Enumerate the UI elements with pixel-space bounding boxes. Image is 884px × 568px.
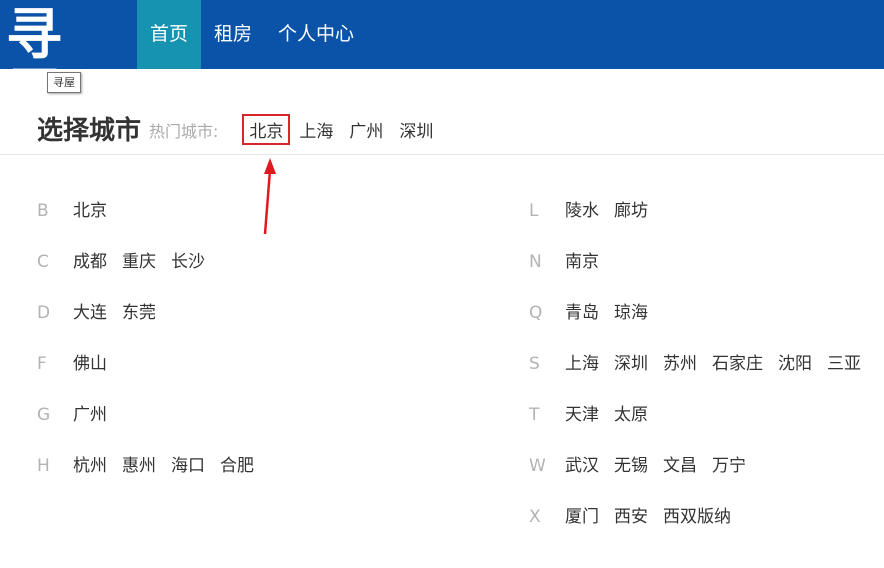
city-group-row: F 佛山 <box>37 349 269 400</box>
city-link[interactable]: 石家庄 <box>712 349 763 379</box>
nav-rent[interactable]: 租房 <box>201 0 265 69</box>
city-link[interactable]: 长沙 <box>171 247 205 277</box>
city-group-row: S 上海 深圳 苏州 石家庄 沈阳 三亚 <box>529 349 861 400</box>
logo-glyphs: 寻屋 <box>6 3 80 70</box>
city-link[interactable]: 苏州 <box>663 349 697 379</box>
city-group-row: G 广州 <box>37 400 269 451</box>
logo-tooltip: 寻屋 <box>47 72 81 93</box>
city-link[interactable]: 合肥 <box>220 451 254 481</box>
city-link[interactable]: 成都 <box>73 247 107 277</box>
city-link[interactable]: 太原 <box>614 400 648 430</box>
city-group-row: D 大连 东莞 <box>37 298 269 349</box>
city-link[interactable]: 佛山 <box>73 349 107 379</box>
group-letter: N <box>529 252 542 272</box>
city-link[interactable]: 上海 <box>565 349 599 379</box>
city-column-right: L 陵水 廊坊 N 南京 Q 青岛 琼海 S 上海 深圳 苏州 石家庄 沈阳 三… <box>529 196 861 553</box>
city-link[interactable]: 南京 <box>565 247 599 277</box>
group-letter: W <box>529 456 546 476</box>
city-group-row: C 成都 重庆 长沙 <box>37 247 269 298</box>
city-link[interactable]: 厦门 <box>565 502 599 532</box>
hot-city-guangzhou[interactable]: 广州 <box>342 114 390 145</box>
group-letter: G <box>37 405 51 425</box>
city-link[interactable]: 大连 <box>73 298 107 328</box>
city-link[interactable]: 三亚 <box>827 349 861 379</box>
city-column-left: B 北京 C 成都 重庆 长沙 D 大连 东莞 F 佛山 G 广州 H 杭州 惠… <box>37 196 269 502</box>
city-link[interactable]: 文昌 <box>663 451 697 481</box>
nav-home[interactable]: 首页 <box>137 0 202 69</box>
city-group-row: Q 青岛 琼海 <box>529 298 861 349</box>
page-title: 选择城市 <box>37 115 142 146</box>
city-link[interactable]: 廊坊 <box>614 196 648 226</box>
main-nav: 首页 租房 个人中心 <box>137 0 367 69</box>
city-group-row: N 南京 <box>529 247 861 298</box>
city-link[interactable]: 青岛 <box>565 298 599 328</box>
city-group-row: B 北京 <box>37 196 269 247</box>
city-link[interactable]: 惠州 <box>122 451 156 481</box>
city-link[interactable]: 琼海 <box>614 298 648 328</box>
city-group-row: T 天津 太原 <box>529 400 861 451</box>
group-letter: D <box>37 303 51 323</box>
city-group-row: W 武汉 无锡 文昌 万宁 <box>529 451 861 502</box>
hot-cities-label: 热门城市: <box>149 121 219 141</box>
group-letter: C <box>37 252 49 272</box>
city-select-header: 选择城市 热门城市: 北京 上海 广州 深圳 <box>37 108 442 148</box>
hot-city-beijing[interactable]: 北京 <box>242 114 291 145</box>
top-nav-bar: 寻屋 首页 租房 个人中心 <box>0 0 884 69</box>
group-letter: X <box>529 507 541 527</box>
city-group-row: L 陵水 廊坊 <box>529 196 861 247</box>
city-link[interactable]: 杭州 <box>73 451 107 481</box>
city-link[interactable]: 天津 <box>565 400 599 430</box>
group-letter: F <box>37 354 47 374</box>
group-letter: B <box>37 201 49 221</box>
city-link[interactable]: 深圳 <box>614 349 648 379</box>
group-letter: S <box>529 354 540 374</box>
city-link[interactable]: 陵水 <box>565 196 599 226</box>
city-link[interactable]: 东莞 <box>122 298 156 328</box>
city-link[interactable]: 无锡 <box>614 451 648 481</box>
group-letter: H <box>37 456 50 476</box>
group-letter: L <box>529 201 539 221</box>
group-letter: T <box>529 405 540 425</box>
city-link[interactable]: 广州 <box>73 400 107 430</box>
city-group-row: X 厦门 西安 西双版纳 <box>529 502 861 553</box>
city-link[interactable]: 武汉 <box>565 451 599 481</box>
city-link[interactable]: 北京 <box>73 196 107 226</box>
hot-city-shanghai[interactable]: 上海 <box>292 114 340 145</box>
city-link[interactable]: 海口 <box>171 451 205 481</box>
city-link[interactable]: 重庆 <box>122 247 156 277</box>
header-divider <box>0 154 884 155</box>
hot-cities-list: 北京 上海 广州 深圳 <box>242 114 442 145</box>
city-link[interactable]: 西安 <box>614 502 648 532</box>
city-link[interactable]: 万宁 <box>712 451 746 481</box>
nav-personal-center[interactable]: 个人中心 <box>265 0 367 69</box>
city-group-row: H 杭州 惠州 海口 合肥 <box>37 451 269 502</box>
city-link[interactable]: 西双版纳 <box>663 502 731 532</box>
hot-city-shenzhen[interactable]: 深圳 <box>392 114 440 145</box>
city-link[interactable]: 沈阳 <box>778 349 812 379</box>
group-letter: Q <box>529 303 543 323</box>
site-logo[interactable]: 寻屋 <box>0 0 130 70</box>
